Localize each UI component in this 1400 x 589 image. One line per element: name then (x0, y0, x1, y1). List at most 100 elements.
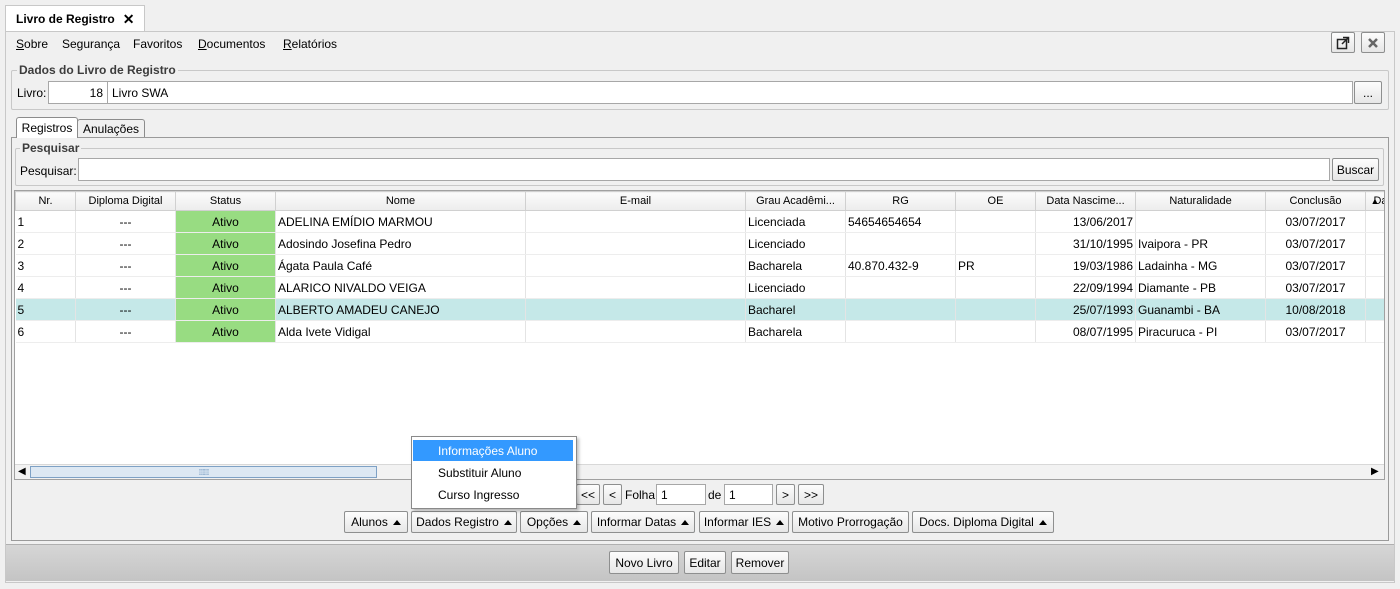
dados-registro-button[interactable]: Dados Registro (411, 511, 517, 533)
table-row[interactable]: 6 --- Ativo Alda Ivete Vidigal Bacharela… (15, 320, 1384, 343)
prev-page-button[interactable]: < (603, 484, 622, 505)
book-name-value: Livro SWA (112, 85, 169, 100)
col-status[interactable]: Status (175, 191, 276, 211)
first-page-button[interactable]: << (576, 484, 600, 505)
search-button[interactable]: Buscar (1332, 158, 1379, 181)
total-pages-value: 1 (729, 487, 736, 502)
status-badge: Ativo (175, 276, 276, 299)
col-oe[interactable]: OE (955, 191, 1036, 211)
scroll-right-icon[interactable]: ▶ (1371, 466, 1379, 477)
cell-conclusao: 03/07/2017 (1265, 276, 1366, 299)
last-page-button[interactable]: >> (798, 484, 824, 505)
cell-nr: 2 (15, 232, 76, 255)
col-grau-academico[interactable]: Grau Acadêmi... (745, 191, 846, 211)
col-conclusao[interactable]: Conclusão (1265, 191, 1366, 211)
menu-sobre[interactable]: Sobre (16, 37, 48, 51)
docs-diploma-digital-button[interactable]: Docs. Diploma Digital (912, 511, 1054, 533)
cell-da (1365, 320, 1384, 343)
close-tab-icon[interactable]: ✕ (123, 11, 135, 28)
cell-rg: 54654654654 (845, 210, 956, 233)
table-row[interactable]: 1 --- Ativo ADELINA EMÍDIO MARMOU Licenc… (15, 210, 1384, 233)
detach-window-button[interactable] (1331, 32, 1355, 53)
cell-naturalidade (1135, 210, 1266, 233)
col-diploma-digital[interactable]: Diploma Digital (75, 191, 176, 211)
cell-oe (955, 276, 1036, 299)
alunos-button[interactable]: Alunos (344, 511, 408, 533)
folha-value: 1 (661, 487, 668, 502)
motivo-prorrogacao-button[interactable]: Motivo Prorrogação (792, 511, 909, 533)
cell-da (1365, 276, 1384, 299)
cell-data-nascimento: 25/07/1993 (1035, 298, 1136, 321)
menu-relatorios[interactable]: Relatórios (283, 37, 337, 51)
arrow-up-icon (573, 519, 582, 525)
arrow-up-icon (776, 519, 785, 525)
informar-datas-button[interactable]: Informar Datas (591, 511, 695, 533)
table-row[interactable]: 4 --- Ativo ALARICO NIVALDO VEIGA Licenc… (15, 276, 1384, 299)
table-row[interactable]: 2 --- Ativo Adosindo Josefina Pedro Lice… (15, 232, 1384, 255)
book-number-field[interactable]: 18 (48, 81, 108, 104)
cell-da (1365, 210, 1384, 233)
scroll-up-icon: ▲ (1370, 196, 1380, 206)
col-nome[interactable]: Nome (275, 191, 526, 211)
cell-data-nascimento: 19/03/1986 (1035, 254, 1136, 277)
informar-ies-button[interactable]: Informar IES (699, 511, 789, 533)
col-email[interactable]: E-mail (525, 191, 746, 211)
tab-anulacoes[interactable]: Anulações (77, 119, 145, 138)
menu-sobre-mnemonic: S (16, 37, 25, 51)
book-browse-button[interactable]: ... (1354, 81, 1382, 104)
col-nr[interactable]: Nr. (15, 191, 76, 211)
col-naturalidade[interactable]: Naturalidade (1135, 191, 1266, 211)
cell-naturalidade: Diamante - PB (1135, 276, 1266, 299)
folha-label: Folha (625, 488, 656, 502)
menu-item-curso-ingresso[interactable]: Curso Ingresso (413, 484, 573, 505)
next-page-button[interactable]: > (776, 484, 795, 505)
close-window-button[interactable] (1361, 32, 1385, 53)
cell-diploma-digital: --- (75, 298, 176, 321)
menu-seguranca[interactable]: Segurança (62, 37, 120, 51)
search-input[interactable] (78, 158, 1330, 181)
opcoes-button[interactable]: Opções (520, 511, 588, 533)
menu-documentos[interactable]: Documentos (198, 37, 265, 51)
scroll-left-icon[interactable]: ◀ (18, 466, 26, 477)
scroll-thumb[interactable]: ⁞⁞⁞⁞⁞⁞⁞⁞ (30, 466, 377, 478)
cell-diploma-digital: --- (75, 320, 176, 343)
cell-nome: ALBERTO AMADEU CANEJO (275, 298, 526, 321)
folha-input[interactable]: 1 (656, 484, 706, 505)
window-tab[interactable]: Livro de Registro ✕ (5, 5, 145, 32)
remover-button[interactable]: Remover (731, 551, 789, 574)
book-name-field[interactable]: Livro SWA (107, 81, 1353, 104)
cell-diploma-digital: --- (75, 232, 176, 255)
novo-livro-button[interactable]: Novo Livro (609, 551, 679, 574)
menu-item-substituir-aluno[interactable]: Substituir Aluno (413, 462, 573, 483)
external-link-icon (1336, 36, 1350, 49)
table-clip: Nr. Diploma Digital Status Nome E-mail G… (15, 191, 1384, 463)
cell-email (525, 298, 746, 321)
col-rg[interactable]: RG (845, 191, 956, 211)
vertical-scrollbar[interactable]: ▲ (1368, 193, 1382, 209)
cell-oe (955, 320, 1036, 343)
menu-favoritos[interactable]: Favoritos (133, 37, 182, 51)
cell-email (525, 232, 746, 255)
cell-nr: 4 (15, 276, 76, 299)
table-row[interactable]: 3 --- Ativo Ágata Paula Café Bacharela 4… (15, 254, 1384, 277)
horizontal-scrollbar[interactable]: ◀ ⁞⁞⁞⁞⁞⁞⁞⁞ ▶ (15, 464, 1384, 479)
arrow-up-icon (1038, 519, 1047, 525)
editar-button[interactable]: Editar (684, 551, 726, 574)
cell-da (1365, 232, 1384, 255)
cell-diploma-digital: --- (75, 276, 176, 299)
window-tab-title: Livro de Registro (16, 12, 115, 26)
tab-registros[interactable]: Registros (16, 117, 78, 138)
col-data-nascimento[interactable]: Data Nascime... (1035, 191, 1136, 211)
grip-icon: ⁞⁞⁞⁞⁞⁞⁞⁞ (198, 467, 210, 477)
cell-data-nascimento: 08/07/1995 (1035, 320, 1136, 343)
menu-item-informacoes-aluno[interactable]: Informações Aluno (413, 440, 573, 461)
cell-nome: Ágata Paula Café (275, 254, 526, 277)
cell-nr: 6 (15, 320, 76, 343)
informar-ies-label: Informar IES (703, 515, 772, 529)
registros-table: Nr. Diploma Digital Status Nome E-mail G… (15, 191, 1384, 343)
table-row-selected[interactable]: 5 --- Ativo ALBERTO AMADEU CANEJO Bachar… (15, 298, 1384, 321)
cell-data-nascimento: 13/06/2017 (1035, 210, 1136, 233)
cell-email (525, 276, 746, 299)
arrow-up-icon (392, 519, 401, 525)
menu-documentos-rest: ocumentos (206, 37, 266, 51)
